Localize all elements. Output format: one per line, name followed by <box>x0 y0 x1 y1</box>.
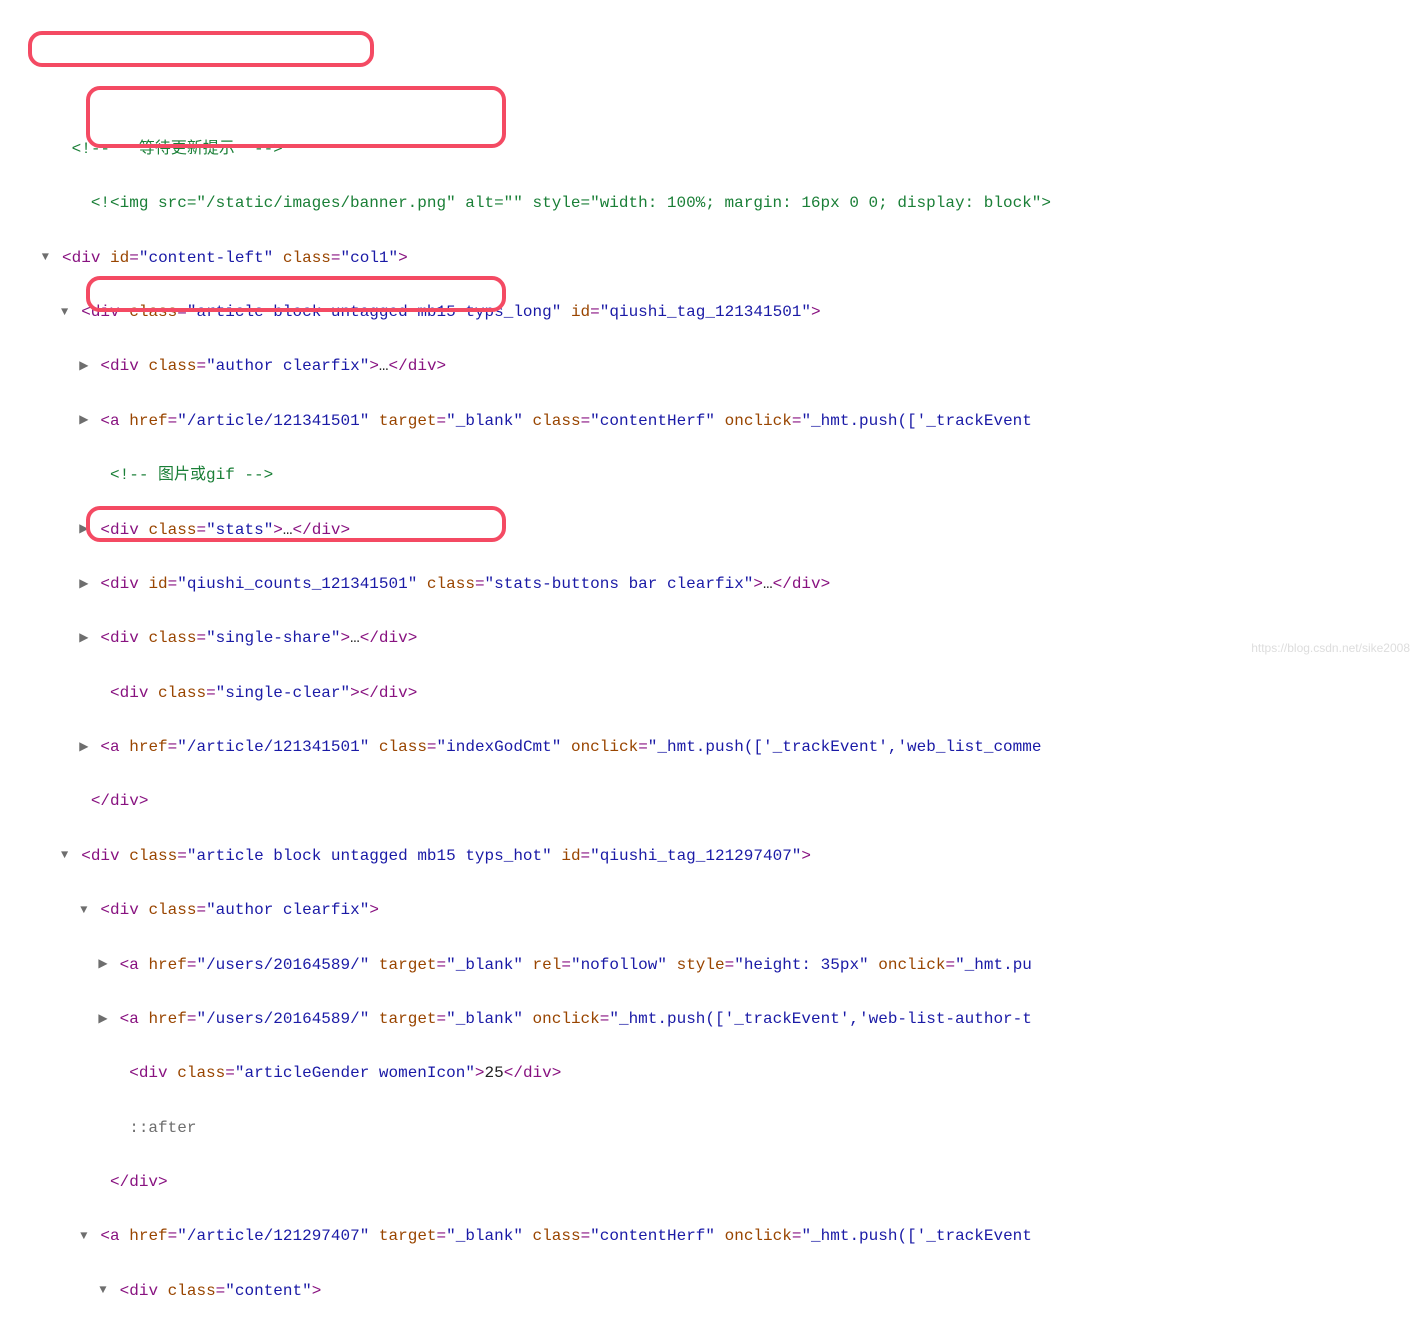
expand-arrow[interactable] <box>96 1009 110 1029</box>
code-line[interactable]: <div class="content"> <box>0 1278 1424 1305</box>
code-line[interactable]: <div id="qiushi_counts_121341501" class=… <box>0 571 1424 598</box>
code-line: <!-- 图片或gif --> <box>0 462 1424 489</box>
code-line[interactable]: <div class="stats">…</div> <box>0 517 1424 544</box>
expand-arrow[interactable] <box>77 410 91 430</box>
code-line[interactable]: <div class="single-share">…</div> <box>0 625 1424 652</box>
code-line: </div> <box>0 1169 1424 1196</box>
expand-arrow[interactable] <box>96 1280 110 1300</box>
expand-arrow[interactable] <box>96 954 110 974</box>
expand-arrow[interactable] <box>77 900 91 920</box>
code-line[interactable]: <a href="/users/20164589/" target="_blan… <box>0 1006 1424 1033</box>
code-line[interactable]: <div class="article block untagged mb15 … <box>0 843 1424 870</box>
code-line: <!-- 等待更新提示 --> <box>0 136 1424 163</box>
expand-arrow[interactable] <box>77 628 91 648</box>
highlight-annotation <box>28 31 374 67</box>
watermark: https://blog.csdn.net/sike2008 <box>1251 638 1410 658</box>
code-line: <!<img src="/static/images/banner.png" a… <box>0 190 1424 217</box>
expand-arrow[interactable] <box>77 1226 91 1246</box>
expand-arrow[interactable] <box>58 845 72 865</box>
code-line[interactable]: <div class="article block untagged mb15 … <box>0 299 1424 326</box>
code-line-article-link-2[interactable]: <a href="/article/121341501" class="inde… <box>0 734 1424 761</box>
expand-arrow[interactable] <box>77 519 91 539</box>
code-line-article-link-3[interactable]: <a href="/article/121297407" target="_bl… <box>0 1223 1424 1250</box>
code-line[interactable]: <div class="author clearfix">…</div> <box>0 353 1424 380</box>
code-line: <div class="articleGender womenIcon">25<… <box>0 1060 1424 1087</box>
code-line[interactable]: <a href="/users/20164589/" target="_blan… <box>0 952 1424 979</box>
expand-arrow[interactable] <box>38 247 52 267</box>
expand-arrow[interactable] <box>77 574 91 594</box>
expand-arrow[interactable] <box>77 356 91 376</box>
code-line-article-link-1[interactable]: <a href="/article/121341501" target="_bl… <box>0 408 1424 435</box>
expand-arrow[interactable] <box>58 302 72 322</box>
dom-tree: <!-- 等待更新提示 --> <!<img src="/static/imag… <box>0 109 1424 1328</box>
code-line-content-left[interactable]: <div id="content-left" class="col1"> <box>0 245 1424 272</box>
code-line[interactable]: <div class="author clearfix"> <box>0 897 1424 924</box>
code-line: <div class="single-clear"></div> <box>0 680 1424 707</box>
code-line: ::after <box>0 1115 1424 1142</box>
expand-arrow[interactable] <box>77 737 91 757</box>
code-line: </div> <box>0 788 1424 815</box>
